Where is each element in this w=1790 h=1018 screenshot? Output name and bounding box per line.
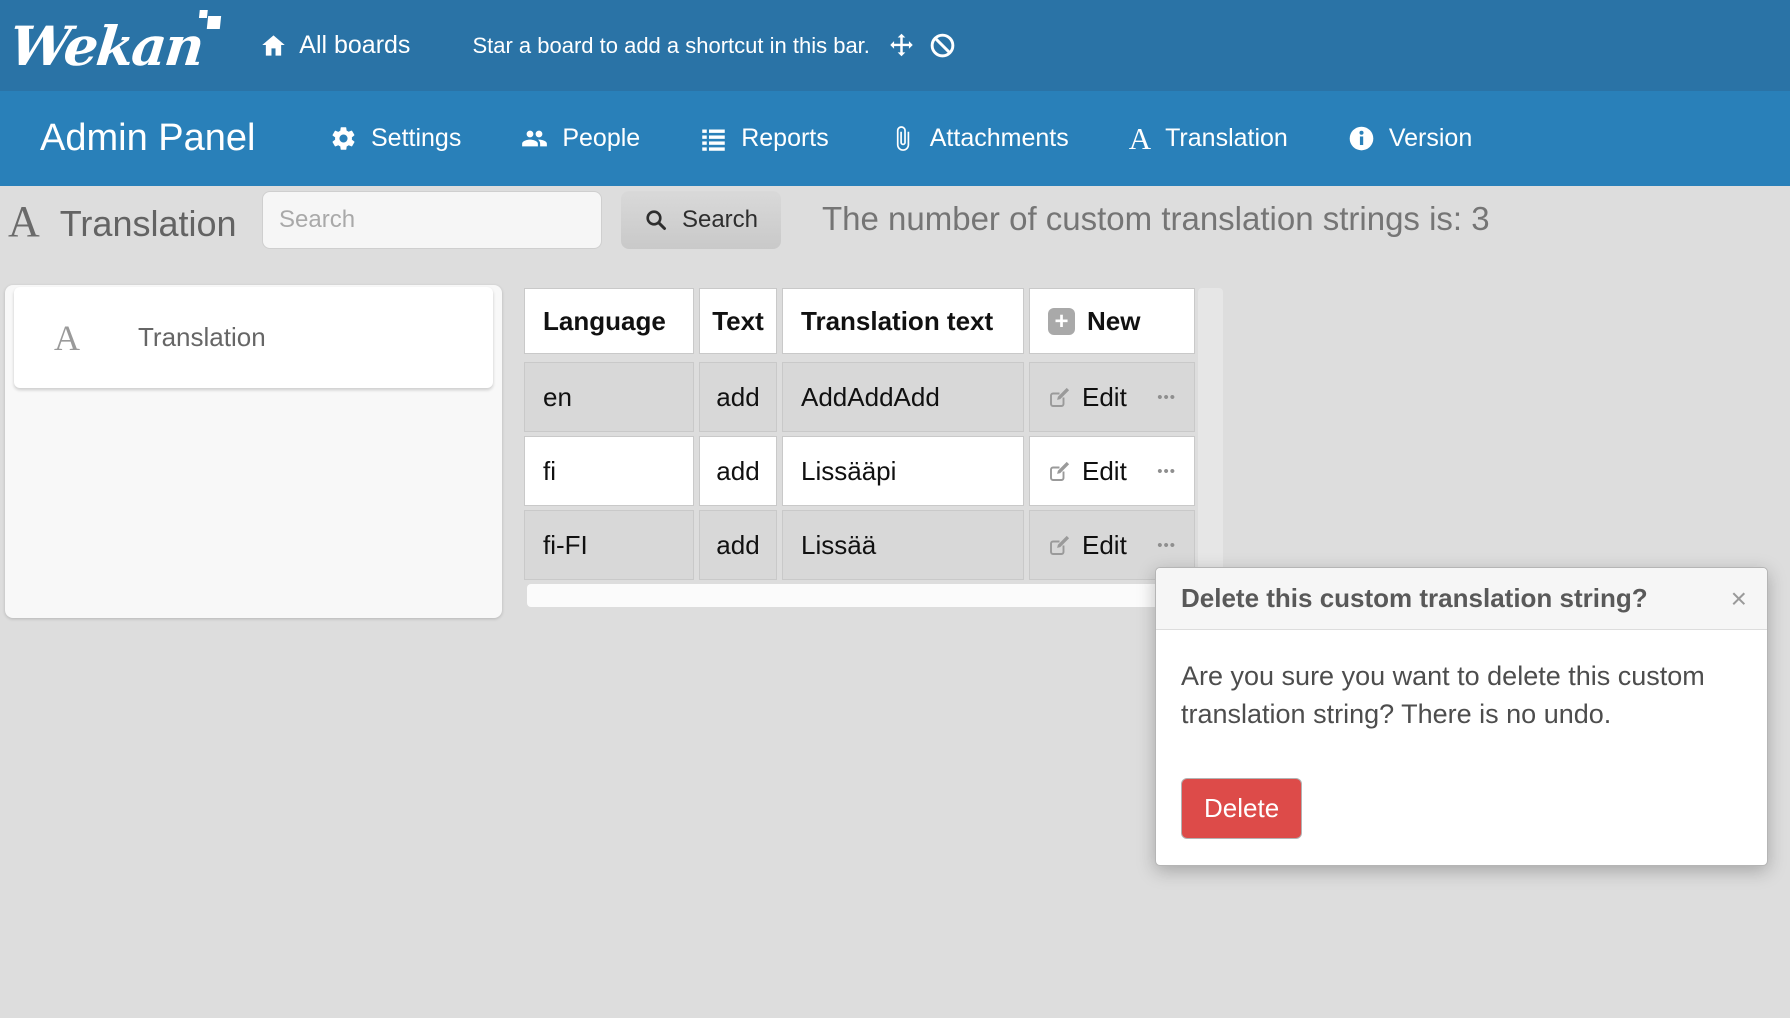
ellipsis-icon[interactable]: •••: [1157, 537, 1176, 554]
edit-button[interactable]: Edit: [1082, 530, 1127, 561]
table-cell-text: add: [699, 510, 777, 580]
table-cell-translation: Lissääpi: [782, 436, 1024, 506]
admin-panel-bar: Admin Panel Settings People Reports Atta…: [0, 91, 1790, 186]
new-column-label: New: [1087, 306, 1140, 337]
search-button[interactable]: Search: [621, 191, 781, 249]
table-cell-language: fi: [524, 436, 694, 506]
page-title-label: Translation: [60, 203, 237, 245]
people-icon: [521, 125, 548, 152]
ellipsis-icon[interactable]: •••: [1157, 389, 1176, 406]
new-translation-button[interactable]: + New: [1029, 288, 1195, 354]
page-header: A Translation Search The number of custo…: [0, 186, 1790, 258]
letter-a-icon: A: [8, 196, 40, 247]
letter-a-icon: A: [1129, 123, 1151, 154]
edit-button[interactable]: Edit: [1082, 456, 1127, 487]
admin-nav-item-version[interactable]: Version: [1348, 124, 1472, 153]
delete-button[interactable]: Delete: [1181, 778, 1302, 839]
move-icon[interactable]: [888, 32, 915, 59]
logo-square-decoration: [207, 16, 221, 29]
sidebar-item-translation[interactable]: A Translation: [14, 287, 493, 388]
star-board-hint: Star a board to add a shortcut in this b…: [472, 33, 869, 59]
all-boards-link[interactable]: All boards: [260, 31, 410, 60]
table-cell-text: add: [699, 436, 777, 506]
dialog-header: Delete this custom translation string? ×: [1156, 568, 1767, 630]
page-title: A Translation: [8, 196, 237, 247]
home-icon: [260, 32, 287, 59]
dialog-body: Are you sure you want to delete this cus…: [1156, 630, 1767, 865]
top-bar: Wekan All boards Star a board to add a s…: [0, 0, 1790, 91]
delete-confirmation-dialog: Delete this custom translation string? ×…: [1155, 567, 1768, 866]
admin-nav-item-translation[interactable]: A Translation: [1129, 123, 1288, 154]
admin-nav-item-people[interactable]: People: [521, 124, 640, 153]
sidebar-item-label: Translation: [138, 322, 266, 353]
search-button-label: Search: [682, 206, 758, 234]
table-cell-actions: Edit •••: [1029, 362, 1195, 432]
column-header-translation-text: Translation text: [782, 288, 1024, 354]
dialog-title: Delete this custom translation string?: [1181, 583, 1731, 614]
admin-panel-title: Admin Panel: [40, 117, 302, 160]
table-cell-translation: Lissää: [782, 510, 1024, 580]
table-cell-translation: AddAddAdd: [782, 362, 1024, 432]
ban-icon[interactable]: [929, 32, 956, 59]
admin-nav: Settings People Reports Attachments A Tr…: [330, 123, 1472, 154]
pencil-square-icon: [1048, 385, 1072, 409]
info-icon: [1348, 125, 1375, 152]
table-cell-language: fi-FI: [524, 510, 694, 580]
translation-count-text: The number of custom translation strings…: [822, 200, 1490, 238]
admin-nav-item-attachments[interactable]: Attachments: [889, 124, 1069, 153]
dialog-message: Are you sure you want to delete this cus…: [1181, 658, 1741, 734]
edit-button[interactable]: Edit: [1082, 382, 1127, 413]
all-boards-label: All boards: [299, 31, 410, 60]
column-header-language: Language: [524, 288, 694, 354]
ellipsis-icon[interactable]: •••: [1157, 463, 1176, 480]
plus-icon: +: [1048, 308, 1075, 335]
wekan-logo-text: Wekan: [7, 14, 206, 78]
column-header-text: Text: [699, 288, 777, 354]
list-icon: [700, 125, 727, 152]
admin-nav-item-reports[interactable]: Reports: [700, 124, 829, 153]
logo-square-decoration: [199, 10, 208, 18]
table-cell-language: en: [524, 362, 694, 432]
horizontal-scrollbar-track[interactable]: [527, 584, 1221, 607]
close-icon[interactable]: ×: [1731, 585, 1747, 613]
table-cell-text: add: [699, 362, 777, 432]
gear-icon: [330, 125, 357, 152]
translation-table: Language Text Translation text + New ena…: [524, 288, 1195, 580]
search-input[interactable]: [262, 191, 602, 249]
paperclip-icon: [889, 125, 916, 152]
admin-nav-item-settings[interactable]: Settings: [330, 124, 461, 153]
sidebar: A Translation: [5, 285, 502, 618]
wekan-logo: Wekan: [7, 14, 206, 78]
letter-a-icon: A: [54, 317, 80, 359]
table-cell-actions: Edit •••: [1029, 436, 1195, 506]
search-icon: [644, 208, 668, 232]
vertical-scrollbar-track[interactable]: [1198, 288, 1223, 578]
pencil-square-icon: [1048, 459, 1072, 483]
pencil-square-icon: [1048, 533, 1072, 557]
